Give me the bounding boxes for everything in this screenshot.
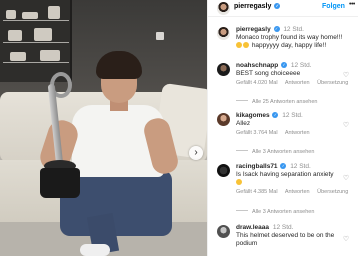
reply-button[interactable]: Antworten (285, 130, 310, 136)
reply-button[interactable]: Antworten (285, 80, 310, 86)
bookshelf (0, 0, 72, 82)
view-replies-button[interactable]: Alle 25 Antworten ansehen (236, 99, 317, 105)
view-replies-button[interactable]: Alle 3 Antworten ansehen (236, 209, 314, 215)
follow-button[interactable]: Folgen (322, 3, 345, 10)
translate-button[interactable]: Übersetzung (317, 189, 348, 195)
comment-username[interactable]: noahschnapp (236, 62, 278, 69)
reply-button[interactable]: Antworten (285, 189, 310, 195)
comment-username[interactable]: draw.leaaa (236, 224, 269, 231)
light-switch (156, 32, 164, 40)
comment-time: 12 Std. (290, 163, 311, 170)
comment-time: 12 Std. (290, 62, 312, 69)
comment-item: kikagomes ✓ 12 Std. Allez Gefällt 3.764 … (208, 112, 358, 158)
smile-emoji-icon (236, 42, 242, 48)
comment-text: This helmet deserved to be on the podium (236, 232, 335, 247)
verified-icon: ✓ (280, 163, 287, 169)
post-username[interactable]: pierregasly (234, 3, 271, 10)
verified-icon: ✓ (273, 26, 280, 32)
comment-likes[interactable]: Gefällt 4.020 Mal (236, 80, 278, 86)
post-caption: pierregasly ✓ 12 Std. Monaco trophy foun… (208, 26, 358, 52)
verified-icon: ✓ (272, 112, 279, 118)
comment-item: noahschnapp ✓ 12 Std. BEST song choiceee… (208, 62, 358, 108)
comment-item: draw.leaaa 12 Std. This helmet deserved … (208, 224, 358, 256)
avatar[interactable] (217, 2, 230, 15)
heart-icon[interactable]: ♡ (342, 236, 350, 244)
comment-text: Is Isack having separation anxiety (236, 171, 334, 178)
heart-icon[interactable]: ♡ (342, 175, 350, 183)
comments-pane: pierregasly ✓ Folgen ••• pierregasly ✓ 1… (207, 0, 358, 256)
next-photo-button[interactable]: › (189, 146, 203, 160)
translate-button[interactable]: Übersetzung (317, 80, 348, 86)
comment-time: 12 Std. (272, 224, 294, 231)
smile-emoji-icon (243, 42, 249, 48)
caption-time: 12 Std. (283, 26, 304, 33)
heart-icon[interactable]: ♡ (342, 122, 350, 130)
laughing-emoji-icon (236, 179, 242, 185)
comment-item: racingballs71 ✓ 12 Std. Is Isack having … (208, 163, 358, 219)
view-replies-button[interactable]: Alle 3 Antworten ansehen (236, 149, 314, 155)
comment-username[interactable]: racingballs71 (236, 163, 278, 170)
verified-icon: ✓ (281, 62, 288, 68)
caption-username[interactable]: pierregasly (236, 26, 271, 33)
comment-text: Allez (236, 120, 251, 127)
avatar[interactable] (217, 164, 230, 177)
post-photo: › (0, 0, 207, 256)
avatar[interactable] (217, 225, 230, 238)
comment-likes[interactable]: Gefällt 4.385 Mal (236, 189, 278, 195)
verified-icon: ✓ (274, 3, 281, 9)
comment-time: 12 Std. (282, 112, 303, 119)
avatar[interactable] (217, 63, 230, 76)
caption-text: Monaco trophy found its way home!!! (236, 34, 343, 41)
heart-icon[interactable]: ♡ (342, 72, 350, 80)
comment-text: BEST song choiceeee (236, 70, 301, 77)
avatar[interactable] (217, 27, 230, 40)
post-header: pierregasly ✓ Folgen ••• (208, 0, 358, 17)
comment-username[interactable]: kikagomes (236, 112, 270, 119)
comment-likes[interactable]: Gefällt 3.764 Mal (236, 130, 278, 136)
avatar[interactable] (217, 113, 230, 126)
caption-text-line2: happyyyy day, happy life!! (251, 42, 327, 49)
more-options-button[interactable]: ••• (349, 1, 355, 8)
